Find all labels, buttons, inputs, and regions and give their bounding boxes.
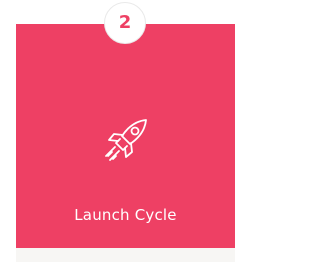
rocket-icon bbox=[105, 119, 147, 161]
step-card-container: 2 Launch Cycle bbox=[0, 0, 251, 262]
step-number-badge: 2 bbox=[104, 2, 146, 44]
step-title: Launch Cycle bbox=[74, 206, 177, 224]
step-number: 2 bbox=[118, 12, 132, 33]
card-bottom-edge bbox=[16, 248, 235, 262]
